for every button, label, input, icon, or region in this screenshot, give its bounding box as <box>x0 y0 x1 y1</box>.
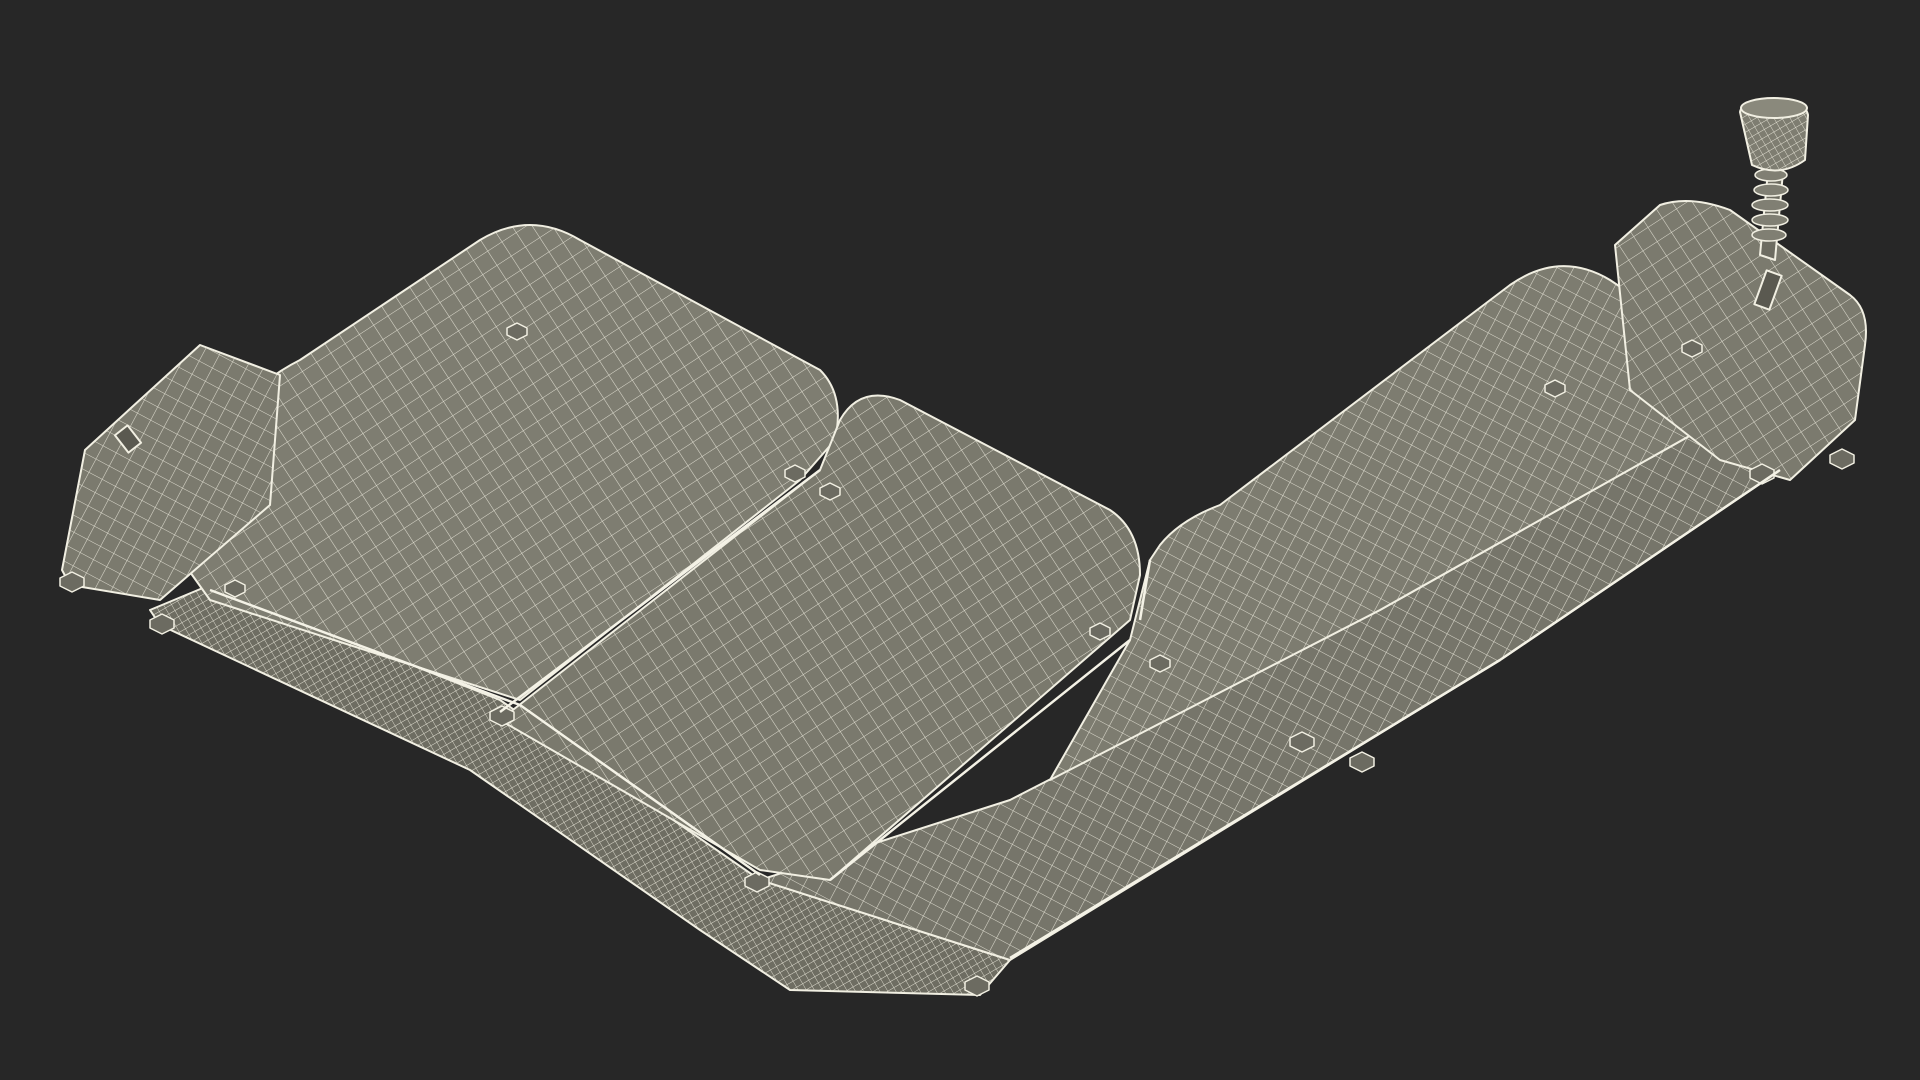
wireframe-model <box>59 97 1867 997</box>
render-viewport <box>0 0 1920 1080</box>
